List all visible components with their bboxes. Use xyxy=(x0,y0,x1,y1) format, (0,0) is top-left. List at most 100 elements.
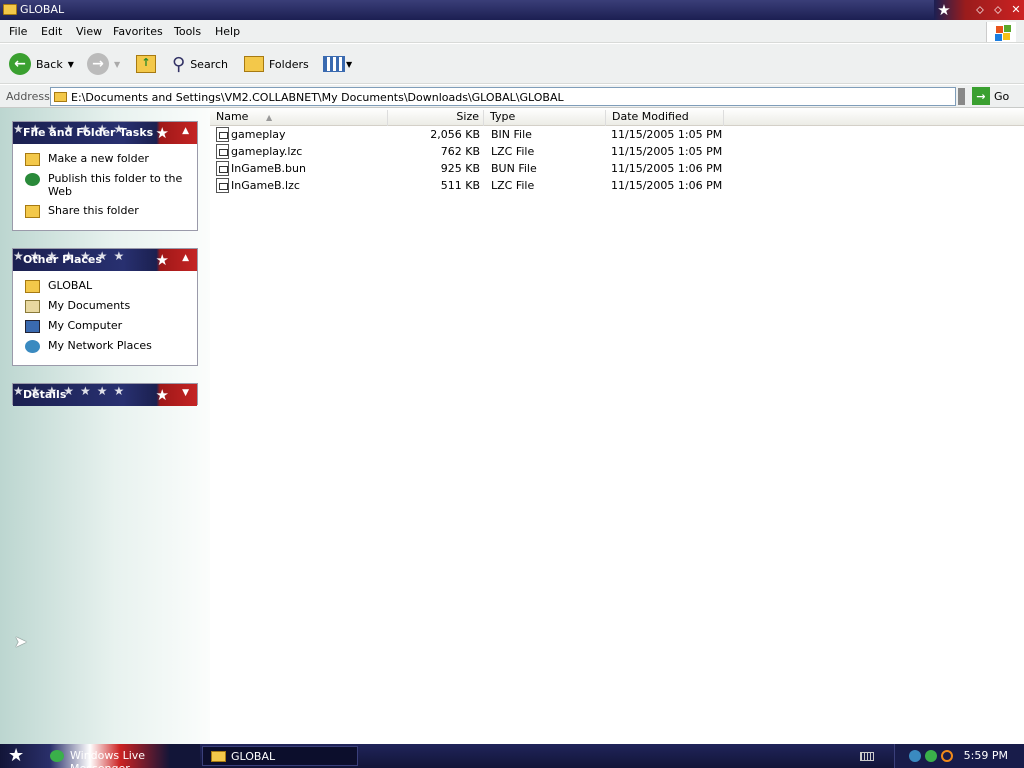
publish-folder-link[interactable]: Publish this folder to the Web xyxy=(13,169,197,201)
file-icon xyxy=(216,127,229,142)
column-size[interactable]: Size xyxy=(388,110,484,126)
place-my-computer-link[interactable]: My Computer xyxy=(13,316,197,336)
maximize-button[interactable]: ⬦ xyxy=(990,2,1006,18)
menu-edit[interactable]: Edit xyxy=(41,25,62,38)
views-icon xyxy=(323,56,345,72)
network-icon[interactable] xyxy=(909,750,921,762)
file-name: gameplay xyxy=(231,128,286,141)
up-folder-button[interactable]: ↑ xyxy=(136,52,156,76)
place-label: My Computer xyxy=(48,319,123,332)
sorted-column-highlight xyxy=(210,108,390,744)
messenger-tray-icon[interactable] xyxy=(925,750,937,762)
address-path: E:\Documents and Settings\VM2.COLLABNET\… xyxy=(71,91,564,104)
chevron-down-icon[interactable]: ▼ xyxy=(68,60,74,69)
column-header: Name ▲ Size Type Date Modified xyxy=(210,108,1024,126)
file-size: 925 KB xyxy=(440,162,480,175)
collapse-icon[interactable]: ▲ xyxy=(182,126,189,136)
file-date: 11/15/2005 1:06 PM xyxy=(611,162,723,175)
task-label: Share this folder xyxy=(48,204,139,217)
folder-icon xyxy=(25,280,40,293)
task-label: Publish this folder to the Web xyxy=(48,172,183,198)
file-row[interactable]: gameplay 2,056 KB BIN File 11/15/2005 1:… xyxy=(210,127,810,144)
folder-icon xyxy=(211,751,226,762)
place-my-network-link[interactable]: My Network Places xyxy=(13,336,197,356)
close-button[interactable]: ✕ xyxy=(1008,2,1024,18)
star-icon: ★ xyxy=(155,386,169,404)
other-places-panel: ★★★★★★★ Other Places ★ ▲ GLOBAL My Docum… xyxy=(12,248,198,366)
address-input[interactable]: E:\Documents and Settings\VM2.COLLABNET\… xyxy=(50,87,956,106)
column-date[interactable]: Date Modified xyxy=(606,110,724,126)
menu-file[interactable]: File xyxy=(9,25,27,38)
forward-arrow-icon: → xyxy=(87,53,109,75)
task-label: Make a new folder xyxy=(48,152,149,165)
column-name[interactable]: Name ▲ xyxy=(210,110,388,126)
taskbar-item-label: Windows Live Messenger xyxy=(70,749,146,768)
file-type: LZC File xyxy=(491,179,535,192)
globe-icon xyxy=(25,173,40,186)
address-label: Address xyxy=(6,90,50,103)
search-icon: ⚲ xyxy=(172,53,186,75)
panel-title: Details xyxy=(23,388,67,401)
taskbar-item-messenger[interactable]: Windows Live Messenger xyxy=(42,746,200,768)
chevron-down-icon[interactable]: ▼ xyxy=(346,60,352,69)
panel-header[interactable]: ★★★★★★★ File and Folder Tasks ★ ▲ xyxy=(13,122,197,144)
menu-view[interactable]: View xyxy=(76,25,102,38)
file-row[interactable]: InGameB.lzc 511 KB LZC File 11/15/2005 1… xyxy=(210,178,810,195)
panel-header[interactable]: ★★★★★★★ Other Places ★ ▲ xyxy=(13,249,197,271)
folders-label: Folders xyxy=(269,57,309,71)
file-list: Name ▲ Size Type Date Modified gameplay … xyxy=(210,108,1024,744)
panel-title: Other Places xyxy=(23,253,102,266)
column-name-label: Name xyxy=(216,110,249,123)
caption-buttons: ★ ⬦ ⬦ ✕ xyxy=(934,0,1024,20)
place-my-documents-link[interactable]: My Documents xyxy=(13,296,197,316)
column-type[interactable]: Type xyxy=(484,110,606,126)
details-panel: ★★★★★★★ Details ★ ▼ xyxy=(12,383,198,406)
place-global-link[interactable]: GLOBAL xyxy=(13,276,197,296)
go-button[interactable]: → Go xyxy=(972,87,1009,105)
file-folder-tasks-panel: ★★★★★★★ File and Folder Tasks ★ ▲ Make a… xyxy=(12,121,198,231)
star-icon: ★ xyxy=(155,251,169,269)
make-new-folder-link[interactable]: Make a new folder xyxy=(13,149,197,169)
folder-icon xyxy=(54,92,67,102)
back-button[interactable]: ← Back ▼ xyxy=(9,52,74,76)
window-title: GLOBAL xyxy=(20,3,65,16)
panel-header[interactable]: ★★★★★★★ Details ★ ▼ xyxy=(13,384,197,406)
go-label: Go xyxy=(994,89,1010,103)
my-documents-icon xyxy=(25,300,40,313)
taskbar-item-label: GLOBAL xyxy=(231,750,276,763)
address-dropdown-button[interactable] xyxy=(958,88,965,105)
menu-tools[interactable]: Tools xyxy=(174,25,201,38)
views-button[interactable]: ▼ xyxy=(323,52,352,76)
windows-logo-icon xyxy=(986,22,1016,42)
file-name: InGameB.lzc xyxy=(231,179,300,192)
new-folder-icon xyxy=(25,153,40,166)
place-label: GLOBAL xyxy=(48,279,93,292)
file-date: 11/15/2005 1:06 PM xyxy=(611,179,723,192)
file-type: BIN File xyxy=(491,128,532,141)
search-button[interactable]: ⚲ Search xyxy=(172,52,228,76)
folders-button[interactable]: Folders xyxy=(244,52,309,76)
file-icon xyxy=(216,144,229,159)
minimize-button[interactable]: ⬦ xyxy=(972,2,988,18)
taskbar-item-global[interactable]: GLOBAL xyxy=(202,746,358,766)
toolbar: ← Back ▼ → ▼ ↑ ⚲ Search Folders ▼ xyxy=(0,44,1024,84)
share-folder-link[interactable]: Share this folder xyxy=(13,201,197,221)
expand-icon[interactable]: ▼ xyxy=(182,388,189,398)
search-tray-icon[interactable] xyxy=(941,750,953,762)
star-icon: ★ xyxy=(8,745,25,766)
folder-icon xyxy=(3,4,17,15)
network-places-icon xyxy=(25,340,40,353)
file-date: 11/15/2005 1:05 PM xyxy=(611,145,723,158)
share-folder-icon xyxy=(25,205,40,218)
clock[interactable]: 5:59 PM xyxy=(964,749,1008,762)
place-label: My Documents xyxy=(48,299,131,312)
menu-help[interactable]: Help xyxy=(215,25,240,38)
collapse-icon[interactable]: ▲ xyxy=(182,253,189,263)
keyboard-icon[interactable] xyxy=(860,752,874,761)
file-row[interactable]: gameplay.lzc 762 KB LZC File 11/15/2005 … xyxy=(210,144,810,161)
forward-button[interactable]: → ▼ xyxy=(87,52,120,76)
file-name: InGameB.bun xyxy=(231,162,306,175)
search-label: Search xyxy=(190,57,228,71)
file-row[interactable]: InGameB.bun 925 KB BUN File 11/15/2005 1… xyxy=(210,161,810,178)
menu-favorites[interactable]: Favorites xyxy=(113,25,163,38)
